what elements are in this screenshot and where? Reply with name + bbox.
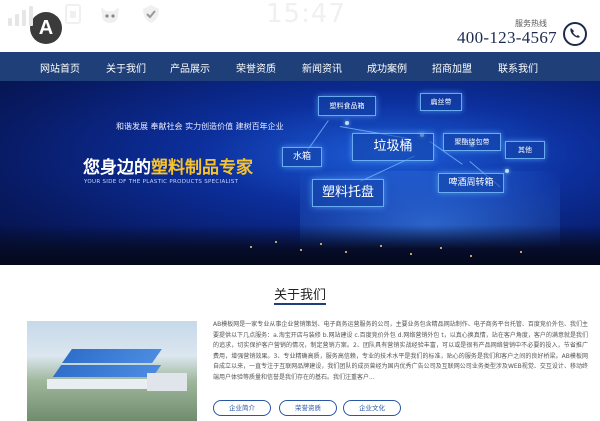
nav-item-cases[interactable]: 成功案例 [367,60,407,75]
nav-item-about[interactable]: 关于我们 [106,60,146,75]
banner-node-dot [345,121,349,125]
city-light [520,251,522,253]
headline-highlight: 塑料制品专家 [151,158,253,178]
nav-item-honors[interactable]: 荣誉资质 [236,60,276,75]
city-light [440,247,442,249]
site-logo[interactable]: A [30,12,62,44]
city-light [345,251,347,253]
corporate-culture-button[interactable]: 企业文化 [343,400,401,416]
site-header: A 服务热线 400-123-4567 [0,0,600,52]
banner-subtitle-en: YOUR SIDE OF THE PLASTIC PRODUCTS SPECIA… [84,179,239,185]
banner-headline: 您身边的塑料制品专家 [83,153,253,178]
city-light [470,255,472,257]
city-light [380,245,382,247]
banner-card-water-tank: 水箱 [282,147,322,167]
about-company-photo [27,321,197,421]
city-light [275,241,277,243]
phone-icon [563,22,587,46]
title-underline [274,303,326,305]
city-light [320,243,322,245]
banner-node-dot [505,169,509,173]
city-light [300,249,302,251]
banner-slogan: 和谐发展 奉献社会 实力创造价值 建树百年企业 [116,122,284,131]
honors-button[interactable]: 荣誉资质 [279,400,337,416]
main-nav: 网站首页 关于我们 产品展示 荣誉资质 新闻资讯 成功案例 招商加盟 联系我们 [0,52,600,81]
banner-card-polyester-tape: 聚酯绕包带 [443,133,501,151]
nav-item-products[interactable]: 产品展示 [170,60,210,75]
nav-item-contact[interactable]: 联系我们 [498,60,538,75]
factory-office [147,373,187,391]
nav-item-news[interactable]: 新闻资讯 [302,60,342,75]
banner-card-other: 其他 [505,141,545,159]
company-profile-button[interactable]: 企业简介 [213,400,271,416]
hero-banner[interactable]: 塑料食品箱 扁丝带 垃圾桶 聚酯绕包带 其他 水箱 啤酒周转箱 塑料托盘 和谐发… [0,81,600,265]
headline-prefix: 您身边的 [83,158,151,178]
factory-roof [52,365,162,377]
factory-roof [62,349,162,363]
about-body-text: AB模板网是一家专业从事企业营销策划、电子商务运营服务的公司，主要业务包含精品网… [213,321,588,381]
banner-card-food-box: 塑料食品箱 [318,96,376,116]
city-light [410,253,412,255]
hotline-number[interactable]: 400-123-4567 [457,28,557,48]
nav-item-franchise[interactable]: 招商加盟 [432,60,472,75]
section-title-about: 关于我们 [273,288,326,303]
banner-card-flat-belt: 扁丝带 [420,93,462,111]
banner-card-beer-crate: 啤酒周转箱 [438,173,504,193]
banner-card-trash-bin: 垃圾桶 [352,133,434,161]
banner-card-plastic-pallet: 塑料托盘 [312,179,384,207]
banner-city-skyline [0,225,600,265]
city-light [250,246,252,248]
nav-item-home[interactable]: 网站首页 [40,60,80,75]
